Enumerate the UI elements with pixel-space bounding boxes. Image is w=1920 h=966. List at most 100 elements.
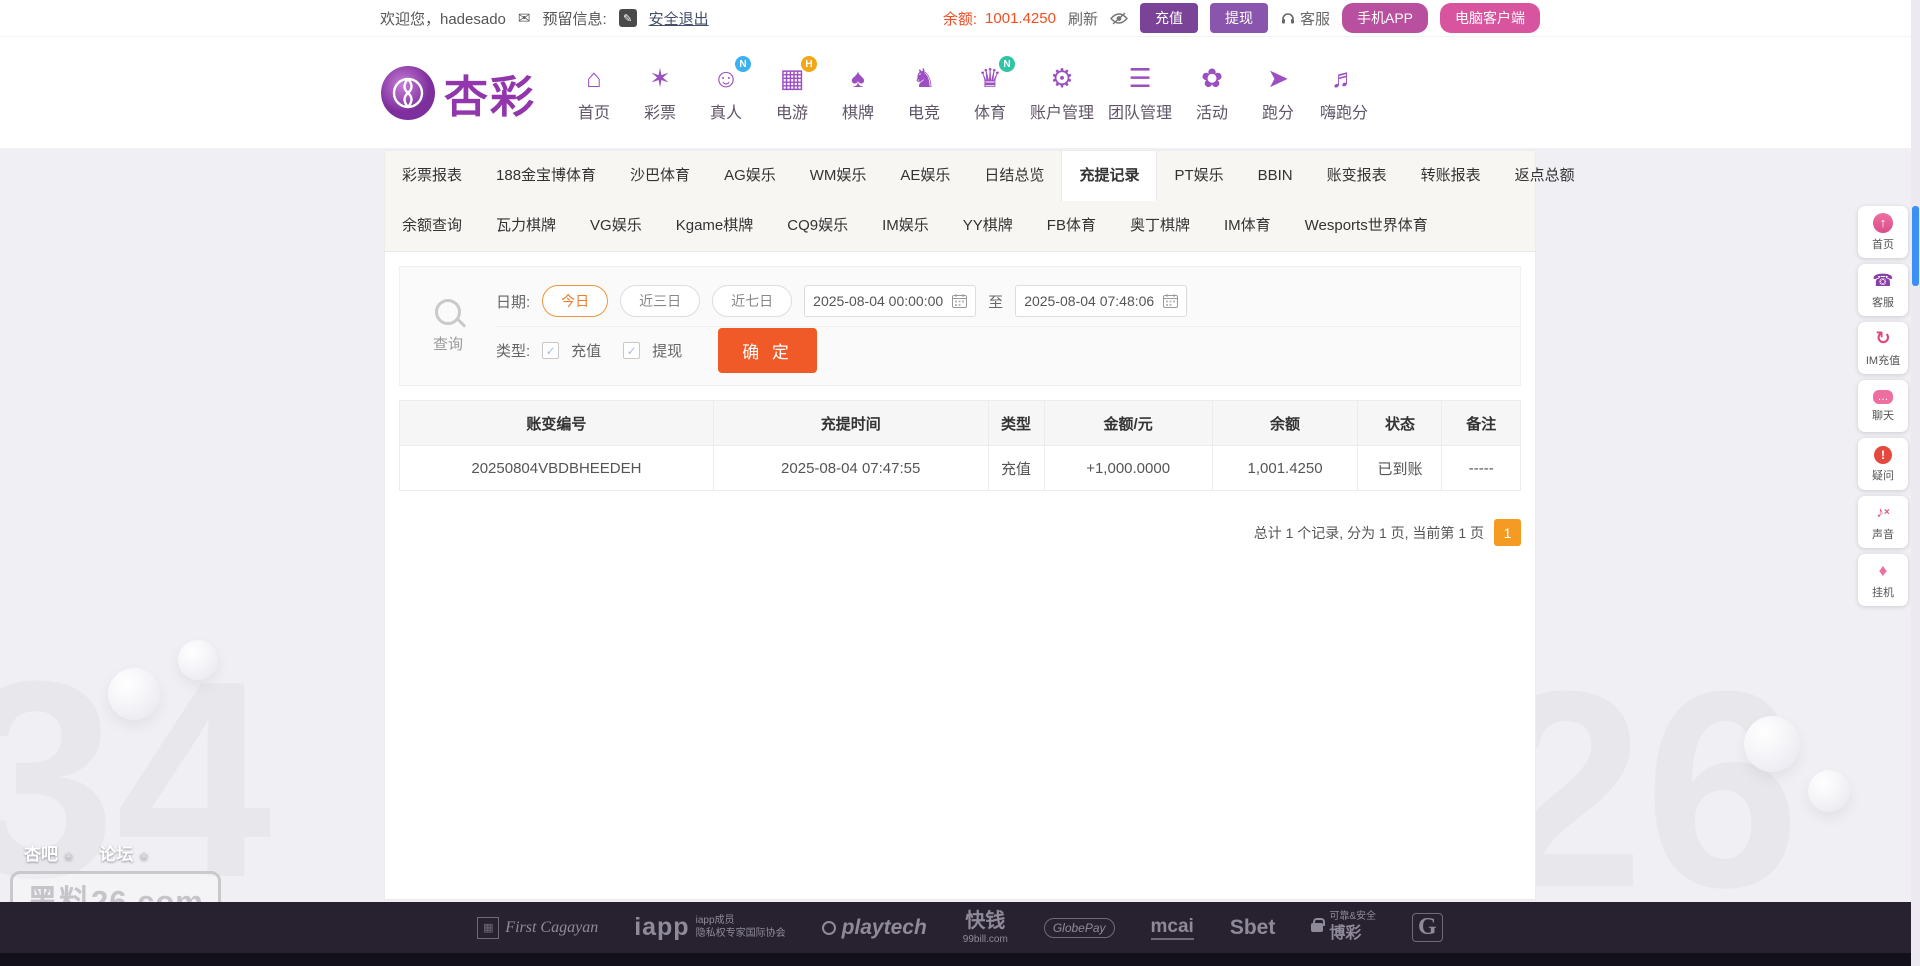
account-icon xyxy=(1050,65,1073,92)
customer-service-link[interactable]: 客服 xyxy=(1280,8,1330,29)
quick-date-today[interactable]: 今日 xyxy=(542,285,608,317)
cell-account-no: 20250804VBDBHEEDEH xyxy=(400,446,714,491)
date-to-label: 至 xyxy=(988,291,1003,312)
new-badge: N xyxy=(999,56,1015,72)
sidebar-home[interactable]: 首页 xyxy=(1858,206,1908,258)
sidebar-chat[interactable]: 聊天 xyxy=(1858,380,1908,432)
bottom-bar xyxy=(0,953,1920,966)
pc-client-button[interactable]: 电脑客户端 xyxy=(1440,3,1540,33)
tab-item[interactable]: 瓦力棋牌 xyxy=(479,201,573,251)
nav-item-egames[interactable]: H 电游 xyxy=(764,58,820,127)
withdraw-button[interactable]: 提现 xyxy=(1210,3,1268,33)
nav-item-cards[interactable]: 棋牌 xyxy=(830,58,886,127)
partner-99bill: 快钱 99bill.com xyxy=(963,909,1008,947)
tab-item[interactable]: 转账报表 xyxy=(1404,151,1498,201)
nav-item-lottery[interactable]: 彩票 xyxy=(632,58,688,127)
cell-time: 2025-08-04 07:47:55 xyxy=(713,446,988,491)
quick-date-7days[interactable]: 近七日 xyxy=(712,285,792,317)
tab-item[interactable]: 188金宝博体育 xyxy=(479,151,613,201)
tab-item[interactable]: AE娱乐 xyxy=(883,151,967,201)
tab-item[interactable]: PT娱乐 xyxy=(1157,151,1240,201)
calendar-icon xyxy=(952,294,967,308)
tab-item[interactable]: 奥丁棋牌 xyxy=(1113,201,1207,251)
partner-first-cagayan: ▦ First Cagayan xyxy=(477,917,598,939)
scrollbar-track[interactable] xyxy=(1911,0,1920,966)
deposit-button[interactable]: 充值 xyxy=(1140,3,1198,33)
egames-icon xyxy=(780,65,805,92)
quick-date-3days[interactable]: 近三日 xyxy=(620,285,700,317)
tab-item[interactable]: 返点总额 xyxy=(1498,151,1592,201)
date-label: 日期: xyxy=(496,291,530,312)
tab-item[interactable]: Kgame棋牌 xyxy=(659,201,771,251)
logo-text: 杏彩 xyxy=(444,61,536,125)
tab-item[interactable]: 账变报表 xyxy=(1310,151,1404,201)
nav-item-paofen[interactable]: 跑分 xyxy=(1250,58,1306,127)
tab-item[interactable]: CQ9娱乐 xyxy=(770,201,865,251)
logout-link[interactable]: 安全退出 xyxy=(649,8,709,29)
tab-item[interactable]: AG娱乐 xyxy=(707,151,793,201)
sidebar-sound[interactable]: 声音 xyxy=(1858,496,1908,548)
pagination: 总计 1 个记录, 分为 1 页, 当前第 1 页 1 xyxy=(399,519,1521,546)
date-to-field[interactable] xyxy=(1015,285,1187,317)
refresh-link[interactable]: 刷新 xyxy=(1068,8,1098,29)
edit-icon[interactable]: ✎ xyxy=(619,9,637,27)
reserved-info-label: 预留信息: xyxy=(542,8,606,29)
page-1-button[interactable]: 1 xyxy=(1494,519,1521,546)
mail-icon[interactable]: ✉ xyxy=(518,9,531,27)
tab-item[interactable]: BBIN xyxy=(1241,151,1310,201)
nav-item-sports[interactable]: N 体育 xyxy=(962,58,1018,127)
cell-amount: +1,000.0000 xyxy=(1044,446,1212,491)
date-from-field[interactable] xyxy=(804,285,976,317)
sidebar-customer-service[interactable]: 客服 xyxy=(1858,264,1908,316)
main-navigation: 首页 彩票 N 真人 H 电游 棋牌 电竞 N xyxy=(566,58,1540,127)
partner-mcai: mcai xyxy=(1151,916,1194,940)
tab-item[interactable]: 余额查询 xyxy=(385,201,479,251)
nav-item-hi-paofen[interactable]: 嗨跑分 xyxy=(1316,58,1372,127)
lottery-icon xyxy=(649,65,671,92)
scrollbar-thumb[interactable] xyxy=(1912,206,1919,286)
tab-item[interactable]: YY棋牌 xyxy=(946,201,1030,251)
balance-label: 余额: xyxy=(943,8,977,29)
date-to-input[interactable] xyxy=(1024,293,1159,309)
withdraw-checkbox[interactable] xyxy=(623,342,640,359)
nav-item-home[interactable]: 首页 xyxy=(566,58,622,127)
tab-item[interactable]: 彩票报表 xyxy=(385,151,479,201)
lock-icon xyxy=(1311,923,1323,932)
tab-item[interactable]: IM体育 xyxy=(1207,201,1288,251)
date-from-input[interactable] xyxy=(813,293,948,309)
watermark-right: 论坛 xyxy=(99,840,148,865)
first-cagayan-logo-icon: ▦ xyxy=(477,917,499,939)
tab-item[interactable]: IM娱乐 xyxy=(865,201,946,251)
cell-type: 充值 xyxy=(988,446,1044,491)
tab-item[interactable]: FB体育 xyxy=(1030,201,1113,251)
tab-item[interactable]: 日结总览 xyxy=(967,151,1061,201)
deposit-checkbox-label[interactable]: 充值 xyxy=(571,340,601,361)
sports-icon xyxy=(978,65,1001,92)
nav-item-live-casino[interactable]: N 真人 xyxy=(698,58,754,127)
mobile-app-button[interactable]: 手机APP xyxy=(1342,3,1428,33)
eye-off-icon[interactable] xyxy=(1110,12,1128,25)
tab-item[interactable]: 沙巴体育 xyxy=(613,151,707,201)
tab-item[interactable]: WM娱乐 xyxy=(793,151,884,201)
nav-item-esports[interactable]: 电竞 xyxy=(896,58,952,127)
report-tabs: 彩票报表 188金宝博体育 沙巴体育 AG娱乐 WM娱乐 AE娱乐 日结总览 充… xyxy=(385,151,1535,252)
sidebar-hangup[interactable]: 挂机 xyxy=(1858,554,1908,606)
tab-item-active[interactable]: 充提记录 xyxy=(1061,151,1157,201)
col-header-type: 类型 xyxy=(988,401,1044,446)
tab-item[interactable]: Wesports世界体育 xyxy=(1288,201,1445,251)
nav-item-account-management[interactable]: 账户管理 xyxy=(1028,58,1096,127)
hot-badge: H xyxy=(801,56,817,72)
partner-globepay: GlobePay xyxy=(1044,918,1115,938)
sidebar-im-recharge[interactable]: IM充值 xyxy=(1858,322,1908,374)
withdraw-checkbox-label[interactable]: 提现 xyxy=(652,340,682,361)
tab-item[interactable]: VG娱乐 xyxy=(573,201,659,251)
filter-panel: 查询 日期: 今日 近三日 近七日 至 类型: xyxy=(399,266,1521,386)
records-table: 账变编号 充提时间 类型 金额/元 余额 状态 备注 20250804VBDBH… xyxy=(399,400,1521,491)
logo-flower-icon xyxy=(380,65,436,121)
deposit-checkbox[interactable] xyxy=(542,342,559,359)
site-logo[interactable]: 杏彩 xyxy=(380,61,536,125)
nav-item-activity[interactable]: 活动 xyxy=(1184,58,1240,127)
sidebar-question[interactable]: 疑问 xyxy=(1858,438,1908,490)
confirm-button[interactable]: 确 定 xyxy=(718,328,817,373)
nav-item-team-management[interactable]: 团队管理 xyxy=(1106,58,1174,127)
